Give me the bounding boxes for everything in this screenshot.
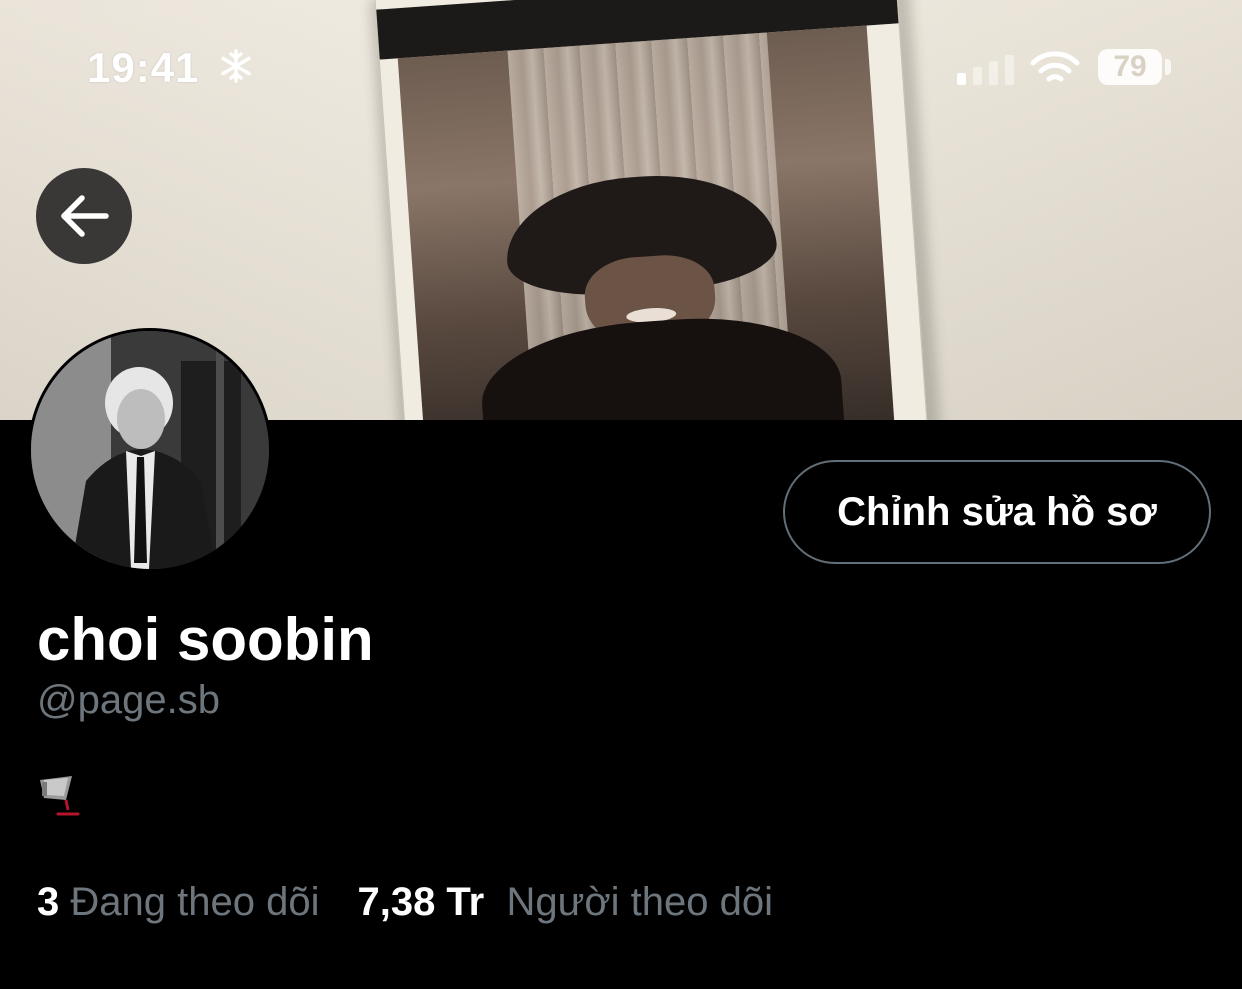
arrow-left-icon <box>61 195 109 237</box>
followers-link[interactable]: 7,38 Tr Người theo dõi <box>357 880 772 924</box>
wifi-icon <box>1030 50 1080 91</box>
poster-photo <box>397 25 898 420</box>
banner-poster <box>373 0 929 420</box>
megaphone-icon <box>36 772 88 827</box>
handle: @page.sb <box>37 678 220 722</box>
following-link[interactable]: 3 Đang theo dõi <box>37 880 319 924</box>
edit-profile-button[interactable]: Chỉnh sửa hồ sơ <box>783 460 1211 564</box>
cellular-signal-icon <box>957 55 1017 90</box>
battery-nub <box>1165 59 1171 75</box>
followers-label: Người theo dõi <box>506 880 773 924</box>
followers-count: 7,38 Tr <box>357 880 485 924</box>
following-count: 3 <box>37 880 60 924</box>
avatar-image <box>31 331 269 569</box>
snowflake-icon <box>218 48 254 89</box>
display-name: choi soobin <box>37 606 374 673</box>
avatar[interactable] <box>28 328 272 572</box>
back-button[interactable] <box>36 168 132 264</box>
battery-level: 79 <box>1113 50 1147 83</box>
profile-stats: 3 Đang theo dõi 7,38 Tr Người theo dõi <box>37 880 773 925</box>
battery-icon: 79 <box>1098 49 1162 85</box>
status-time: 19:41 <box>87 44 200 91</box>
following-label: Đang theo dõi <box>70 880 320 924</box>
